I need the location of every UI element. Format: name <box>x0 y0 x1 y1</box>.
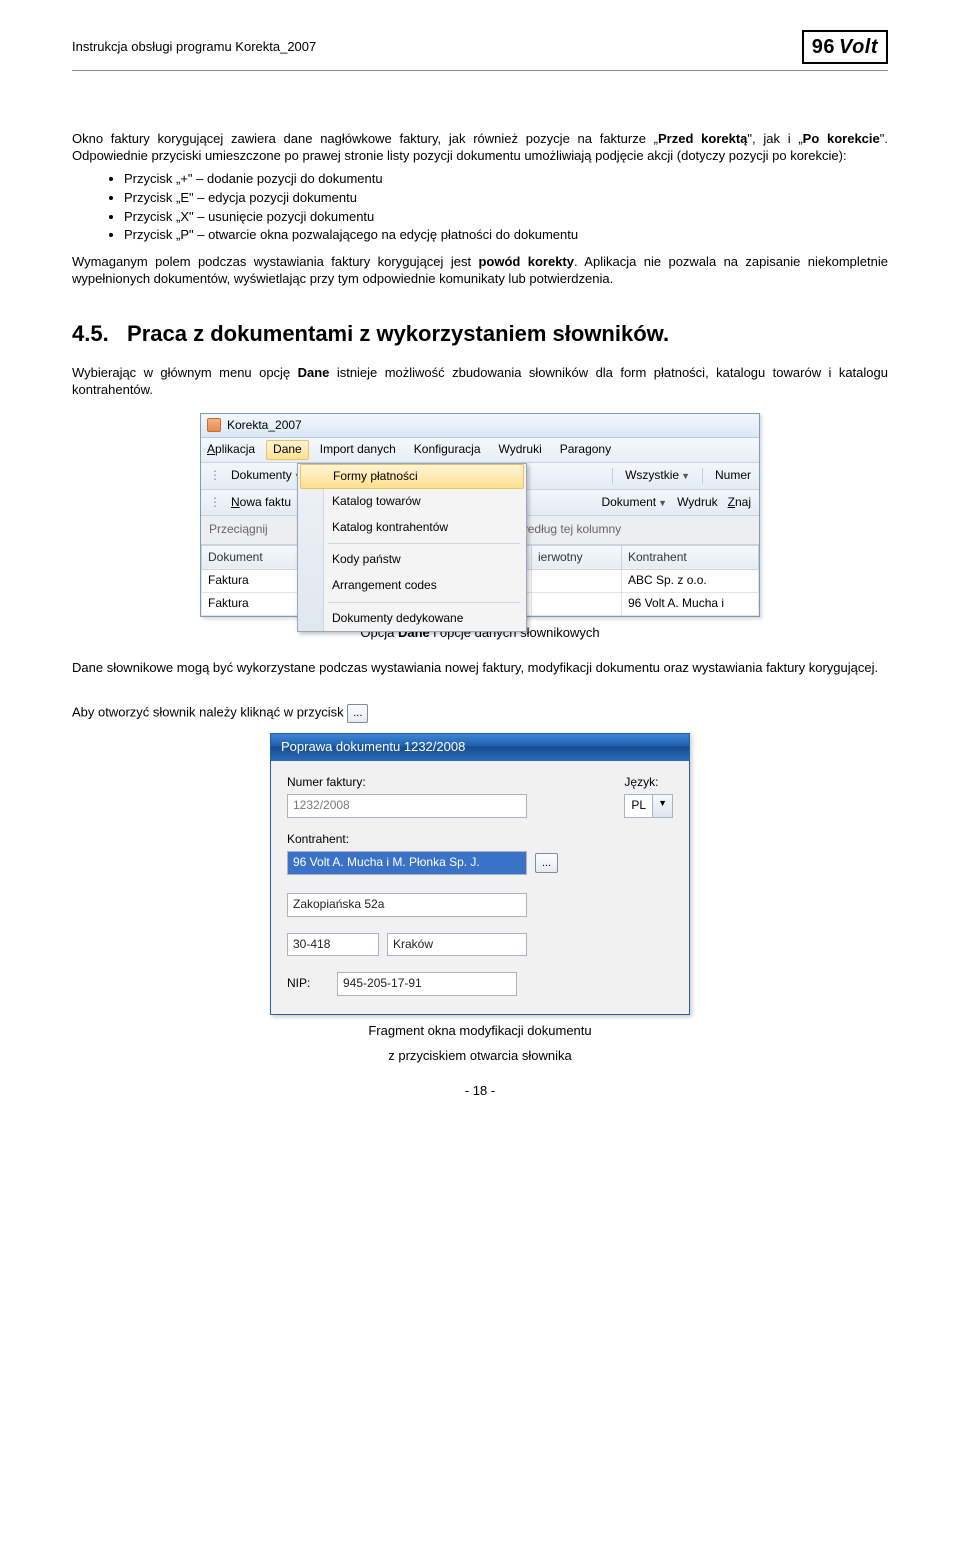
paragraph-required: Wymaganym polem podczas wystawiania fakt… <box>72 254 888 288</box>
logo-text: Volt <box>839 34 878 60</box>
menu-katalog-towarow[interactable]: Katalog towarów <box>298 489 526 515</box>
col-pierwotny[interactable]: ierwotny <box>532 545 622 570</box>
toolbar-sep-icon: ⋮ <box>209 468 221 484</box>
toolbar-numer: Numer <box>715 468 751 484</box>
list-item: Przycisk „P" – otwarcie okna pozwalające… <box>124 227 888 244</box>
ellipsis-button-inline[interactable]: ... <box>347 704 368 722</box>
menu-arrangement-codes[interactable]: Arrangement codes <box>298 573 526 599</box>
titlebar: Korekta_2007 <box>201 414 759 439</box>
menu-kody-panstw[interactable]: Kody państw <box>298 547 526 573</box>
label-nip: NIP: <box>287 976 329 992</box>
input-ulica[interactable]: Zakopiańska 52a <box>287 893 527 917</box>
menu-formy-platnosci[interactable]: Formy płatności <box>300 464 524 490</box>
paragraph-slowniki: Dane słownikowe mogą być wykorzystane po… <box>72 660 888 677</box>
ellipsis-button[interactable]: ... <box>535 853 558 873</box>
list-item: Przycisk „E" – edycja pozycji dokumentu <box>124 190 888 207</box>
paragraph-dane-menu: Wybierając w głównym menu opcję Dane ist… <box>72 365 888 399</box>
input-kontrahent[interactable]: 96 Volt A. Mucha i M. Płonka Sp. J. <box>287 851 527 875</box>
brand-logo: 96 Volt <box>802 30 888 64</box>
paragraph-intro: Okno faktury korygującej zawiera dane na… <box>72 131 888 165</box>
btn-wydruk[interactable]: Wydruk <box>677 495 718 511</box>
caption-screenshot-2b: z przyciskiem otwarcia słownika <box>72 1048 888 1065</box>
window-title: Korekta_2007 <box>227 418 302 434</box>
toolbar-dokumenty[interactable]: Dokumenty▼ <box>231 468 303 484</box>
page-header: Instrukcja obsługi programu Korekta_2007… <box>72 30 888 71</box>
dialog-title: Poprawa dokumentu 1232/2008 <box>271 734 689 761</box>
toolbar-sep-icon: ⋮ <box>209 495 221 511</box>
menu-katalog-kontrahentow[interactable]: Katalog kontrahentów <box>298 515 526 541</box>
page-number: - 18 - <box>72 1083 888 1100</box>
menu-import[interactable]: Import danych <box>320 442 396 458</box>
input-nip[interactable]: 945-205-17-91 <box>337 972 517 996</box>
toolbar-wszystkie[interactable]: Wszystkie▼ <box>625 468 690 484</box>
logo-number: 96 <box>812 34 835 60</box>
header-title: Instrukcja obsługi programu Korekta_2007 <box>72 39 316 56</box>
list-item: Przycisk „X" – usunięcie pozycji dokumen… <box>124 209 888 226</box>
menu-aplikacja[interactable]: Aplikacja <box>207 442 255 458</box>
list-item: Przycisk „+" – dodanie pozycji do dokume… <box>124 171 888 188</box>
app-screenshot: Korekta_2007 Aplikacja Dane Import danyc… <box>200 413 760 617</box>
section-title: Praca z dokumentami z wykorzystaniem sło… <box>127 321 669 346</box>
menu-paragony[interactable]: Paragony <box>560 442 611 458</box>
app-icon <box>207 418 221 432</box>
input-kod[interactable]: 30-418 <box>287 933 379 957</box>
caption-screenshot-2a: Fragment okna modyfikacji dokumentu <box>72 1023 888 1040</box>
menu-konfiguracja[interactable]: Konfiguracja <box>414 442 481 458</box>
label-jezyk: Język: <box>624 775 673 791</box>
chevron-down-icon[interactable]: ▼ <box>652 795 672 817</box>
label-numer: Numer faktury: <box>287 775 594 791</box>
section-number: 4.5. <box>72 321 109 346</box>
paragraph-open-dict: Aby otworzyć słownik należy kliknąć w pr… <box>72 704 888 722</box>
btn-dokument[interactable]: Dokument▼ <box>601 495 667 511</box>
section-heading: 4.5. Praca z dokumentami z wykorzystanie… <box>72 320 888 349</box>
combo-jezyk[interactable]: PL ▼ <box>624 794 673 818</box>
btn-nowa-faktura[interactable]: Nowa faktu <box>231 495 291 511</box>
menu-wydruki[interactable]: Wydruki <box>499 442 542 458</box>
col-kontrahent[interactable]: Kontrahent <box>622 545 759 570</box>
btn-znajdz[interactable]: Znaj <box>728 495 751 511</box>
edit-document-dialog: Poprawa dokumentu 1232/2008 Numer faktur… <box>270 733 690 1015</box>
label-kontrahent: Kontrahent: <box>287 832 673 848</box>
button-list: Przycisk „+" – dodanie pozycji do dokume… <box>72 171 888 245</box>
menu-dane[interactable]: Dane <box>266 440 309 460</box>
menu-dokumenty-dedykowane[interactable]: Dokumenty dedykowane <box>298 606 526 632</box>
menubar: Aplikacja Dane Import danych Konfiguracj… <box>201 438 759 463</box>
input-numer-faktury[interactable]: 1232/2008 <box>287 794 527 818</box>
dane-dropdown: Formy płatności Katalog towarów Katalog … <box>297 463 527 633</box>
input-miasto[interactable]: Kraków <box>387 933 527 957</box>
